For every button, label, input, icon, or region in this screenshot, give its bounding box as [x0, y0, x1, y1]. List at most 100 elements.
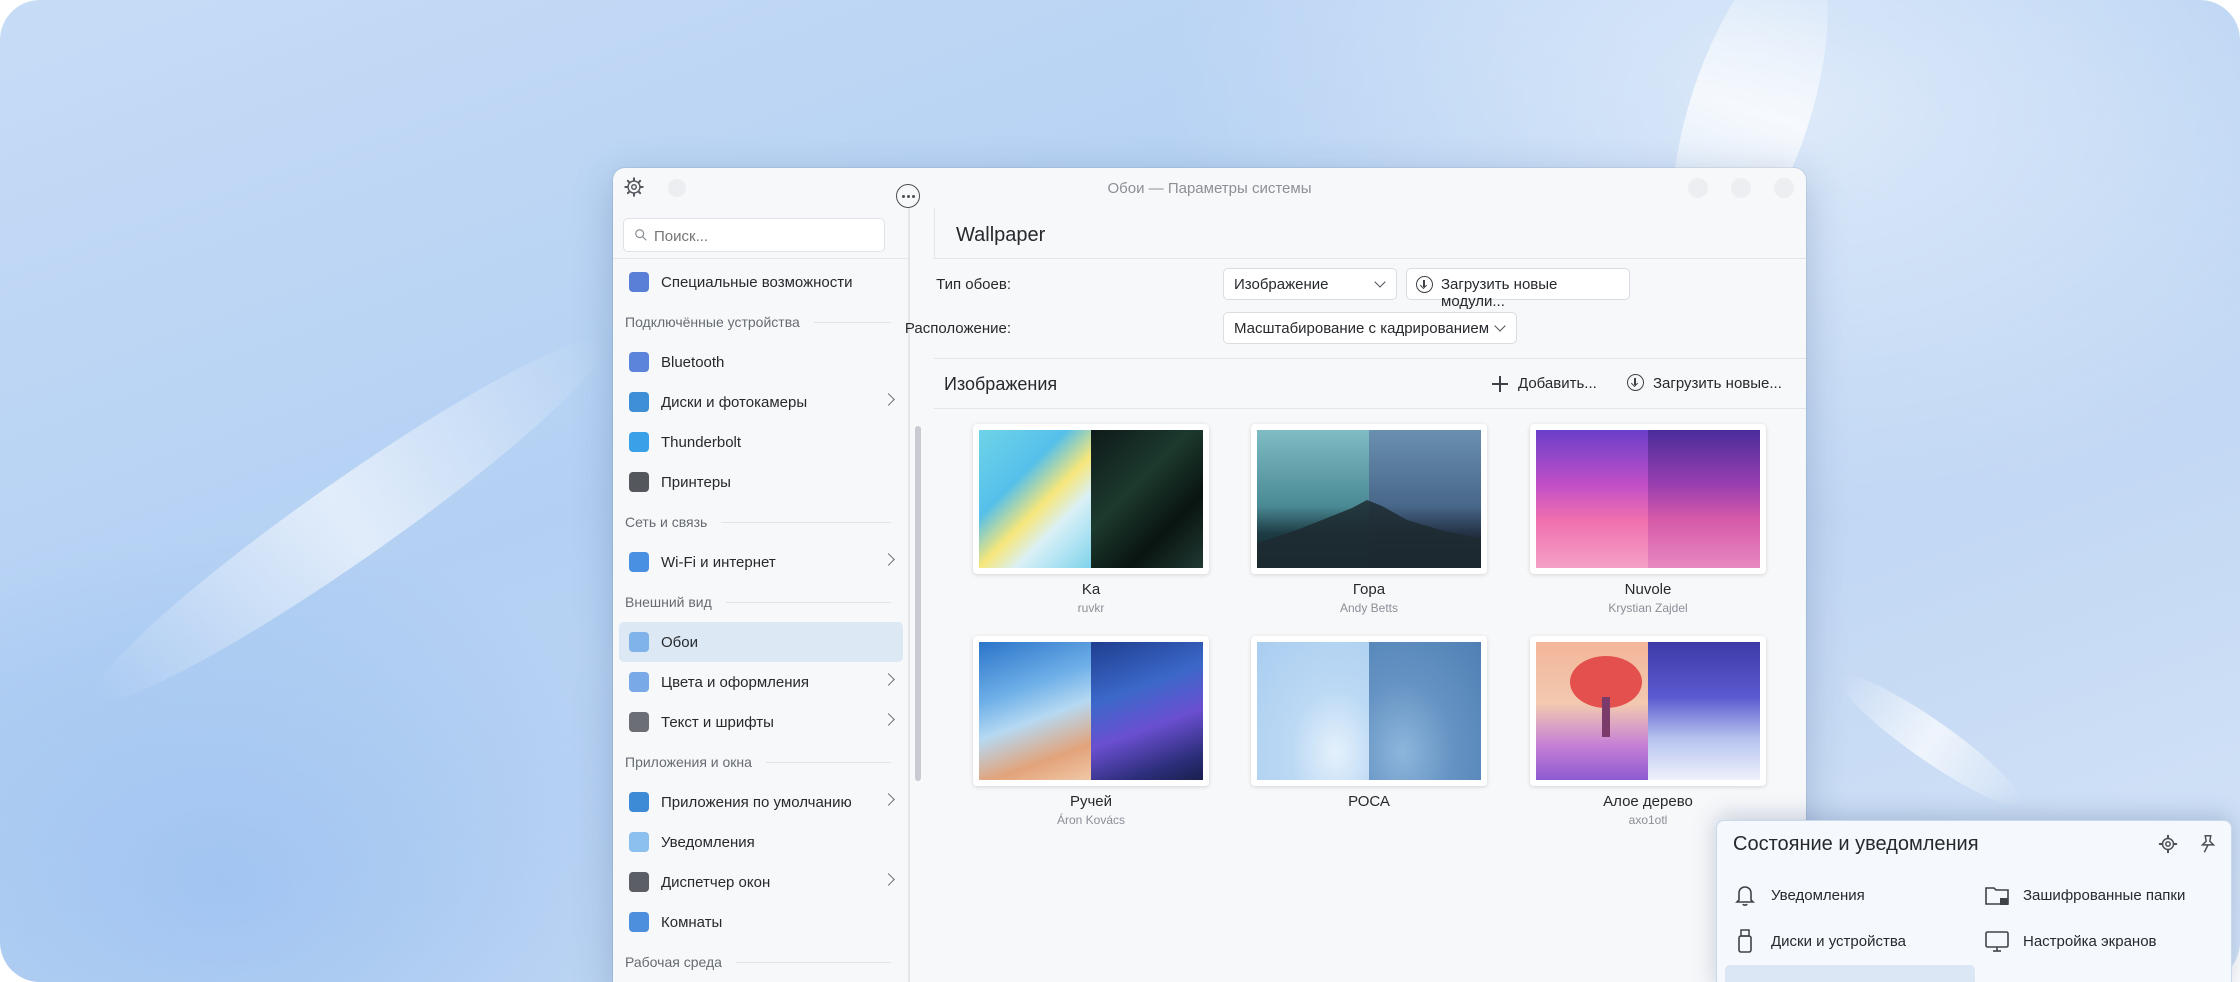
- pin-icon[interactable]: [2197, 833, 2219, 855]
- wallpaper-preview-ruchey: [979, 642, 1203, 780]
- popup-highlighted-item[interactable]: [1725, 965, 1975, 982]
- sidebar-section-header-label: Рабочая среда: [625, 954, 722, 970]
- popup-item-notifications[interactable]: Уведомления: [1731, 877, 1865, 913]
- sidebar-item[interactable]: Уведомления: [619, 822, 903, 862]
- light-variant-preview: [979, 642, 1091, 780]
- popup-item-label: Уведомления: [1771, 886, 1865, 904]
- default-apps-icon: [629, 792, 649, 812]
- sidebar-item[interactable]: Thunderbolt: [619, 422, 903, 462]
- sidebar-item[interactable]: Bluetooth: [619, 342, 903, 382]
- wallpaper-name: Ka: [1081, 581, 1101, 598]
- sidebar-scrollbar[interactable]: [915, 426, 921, 781]
- sidebar-item-label: Уведомления: [661, 833, 755, 851]
- wallpaper-thumbnail[interactable]: [973, 424, 1209, 574]
- popup-item-label: Настройка экранов: [2023, 932, 2157, 950]
- sidebar-nav: Специальные возможности Подключённые устр…: [619, 262, 903, 982]
- bell-icon: [1735, 886, 1755, 906]
- wallpaper-name: Ручей: [1069, 793, 1113, 810]
- window-manager-icon: [629, 872, 649, 892]
- wallpaper-preview-gora: [1257, 430, 1481, 568]
- sidebar-item[interactable]: Диспетчер окон: [619, 862, 903, 902]
- activities-icon: [629, 912, 649, 932]
- sidebar-item-label: Wi-Fi и интернет: [661, 553, 776, 571]
- popup-item-disks-devices[interactable]: Диски и устройства: [1731, 923, 1906, 959]
- chevron-right-icon: [882, 793, 895, 806]
- gear-icon[interactable]: [2157, 833, 2179, 855]
- sidebar-section-header-label: Подключённые устройства: [625, 314, 800, 330]
- wallpaper-light-streak: [73, 309, 627, 731]
- hamburger-menu-button[interactable]: [896, 184, 920, 208]
- wallpaper-type-value: Изображение: [1234, 276, 1329, 293]
- positioning-label: Расположение:: [904, 320, 1011, 337]
- maximize-button[interactable]: [1731, 178, 1751, 198]
- dot: [901, 194, 905, 198]
- chevron-down-icon: [1494, 320, 1506, 332]
- wallpaper-thumbnail[interactable]: [1530, 424, 1766, 574]
- popup-item-label: Зашифрованные папки: [2023, 886, 2186, 904]
- search-input[interactable]: [654, 225, 874, 247]
- sidebar-item[interactable]: Комнаты: [619, 902, 903, 942]
- close-button[interactable]: [1774, 178, 1794, 198]
- encrypted-folder-icon: [1985, 887, 2009, 905]
- wallpaper-author: ruvkr: [1077, 601, 1105, 615]
- status-notifications-popup: Состояние и уведомления Уведомления Заши…: [1716, 820, 2232, 982]
- sidebar-item[interactable]: Приложения по умолчанию: [619, 782, 903, 822]
- positioning-value: Масштабирование с кадрированием: [1234, 320, 1490, 337]
- sidebar-item[interactable]: Цвета и оформления: [619, 662, 903, 702]
- fonts-icon: [629, 712, 649, 732]
- wallpaper-thumbnail[interactable]: [973, 636, 1209, 786]
- chevron-right-icon: [882, 553, 895, 566]
- accessibility-icon: [629, 272, 649, 292]
- wallpaper-name: РОСА: [1348, 793, 1390, 810]
- wallpaper-thumbnail[interactable]: [1251, 424, 1487, 574]
- wallpaper-name: Nuvole: [1624, 581, 1672, 598]
- search-icon: [635, 229, 647, 241]
- notifications-icon: [629, 832, 649, 852]
- colors-icon: [629, 672, 649, 692]
- search-field[interactable]: [623, 218, 885, 252]
- wallpaper-thumbnail[interactable]: [1530, 636, 1766, 786]
- get-new-wallpapers-button[interactable]: Загрузить новые...: [1625, 374, 1782, 392]
- chevron-down-icon: [1374, 276, 1386, 288]
- add-image-label: Добавить...: [1518, 375, 1597, 392]
- download-icon: [1627, 374, 1644, 391]
- sidebar-item-label: Комнаты: [661, 913, 723, 931]
- chevron-right-icon: [882, 673, 895, 686]
- sidebar-item[interactable]: Обои: [619, 622, 903, 662]
- dark-variant-preview: [1369, 642, 1481, 780]
- get-new-plugins-button[interactable]: Загрузить новые модули...: [1406, 268, 1630, 310]
- sidebar-item-label: Текст и шрифты: [661, 713, 774, 731]
- sidebar-section-header-label: Сеть и связь: [625, 514, 708, 530]
- light-variant-preview: [979, 430, 1091, 568]
- usb-drive-icon: [1738, 929, 1752, 953]
- sidebar-item-label: Thunderbolt: [661, 433, 742, 451]
- sidebar-item[interactable]: Wi-Fi и интернет: [619, 542, 903, 582]
- dot: [906, 194, 910, 198]
- dark-variant-preview: [1648, 642, 1760, 780]
- sidebar-section-header-label: Приложения и окна: [625, 754, 752, 770]
- sidebar-item-label: Принтеры: [661, 473, 731, 491]
- popup-item-display-config[interactable]: Настройка экранов: [1983, 923, 2157, 959]
- sidebar-section-header: Приложения и окна: [619, 742, 903, 782]
- wallpaper-light-streak: [1828, 660, 2032, 820]
- add-image-button[interactable]: Добавить...: [1492, 375, 1597, 392]
- mountain-silhouette: [1257, 500, 1481, 568]
- plus-icon: [1492, 376, 1508, 392]
- wifi-icon: [629, 552, 649, 572]
- minimize-button[interactable]: [1688, 178, 1708, 198]
- sidebar-item[interactable]: Принтеры: [619, 462, 903, 502]
- header-divider: [934, 208, 935, 258]
- popup-item-encrypted-folders[interactable]: Зашифрованные папки: [1983, 877, 2185, 913]
- window-title: Обои — Параметры системы: [1107, 180, 1312, 197]
- page-title: Wallpaper: [956, 224, 1046, 246]
- sidebar-item[interactable]: Диски и фотокамеры: [619, 382, 903, 422]
- wallpaper-thumbnail[interactable]: [1251, 636, 1487, 786]
- dark-variant-preview: [1091, 642, 1203, 780]
- wallpaper-author: Áron Kovács: [1056, 813, 1126, 827]
- positioning-combobox[interactable]: Масштабирование с кадрированием: [1223, 312, 1517, 344]
- wallpaper-name: Алое дерево: [1603, 793, 1693, 810]
- sidebar-item[interactable]: Текст и шрифты: [619, 702, 903, 742]
- sidebar-item-label: Цвета и оформления: [661, 673, 810, 691]
- wallpaper-type-combobox[interactable]: Изображение: [1223, 268, 1397, 300]
- sidebar-item-label: Bluetooth: [661, 353, 725, 371]
